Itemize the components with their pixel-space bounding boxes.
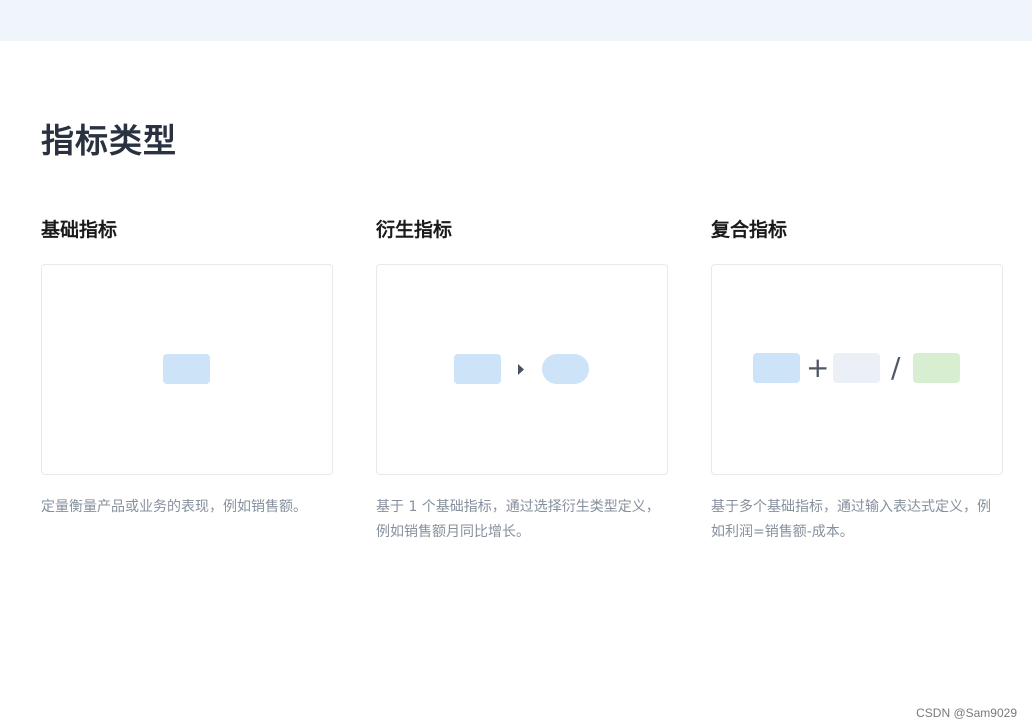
metric-type-title: 基础指标: [41, 219, 118, 241]
metric-type-title: 复合指标: [711, 219, 788, 241]
watermark: CSDN @Sam9029: [916, 706, 1017, 720]
plus-operator: +: [806, 351, 830, 384]
metric-type-title: 衍生指标: [376, 219, 453, 241]
metric-block: [454, 354, 501, 384]
metric-block: [913, 353, 960, 383]
metric-block: [833, 353, 880, 383]
metric-type-description: 基于 1 个基础指标，通过选择衍生类型定义，例如销售额月同比增长。: [376, 499, 660, 540]
page-title: 指标类型: [41, 121, 177, 160]
metric-type-description: 基于多个基础指标，通过输入表达式定义，例如利润=销售额-成本。: [711, 499, 991, 540]
arrow-right-icon: [518, 364, 524, 375]
metric-block: [753, 353, 800, 383]
divide-operator: /: [891, 351, 901, 384]
metric-type-illustration[interactable]: [376, 264, 668, 475]
derived-metric-block: [542, 354, 589, 384]
top-bar: [0, 0, 1032, 41]
metric-block: [163, 354, 210, 384]
metric-type-illustration[interactable]: + /: [711, 264, 1003, 475]
metric-type-illustration[interactable]: [41, 264, 333, 475]
metric-type-description: 定量衡量产品或业务的表现，例如销售额。: [41, 499, 307, 515]
